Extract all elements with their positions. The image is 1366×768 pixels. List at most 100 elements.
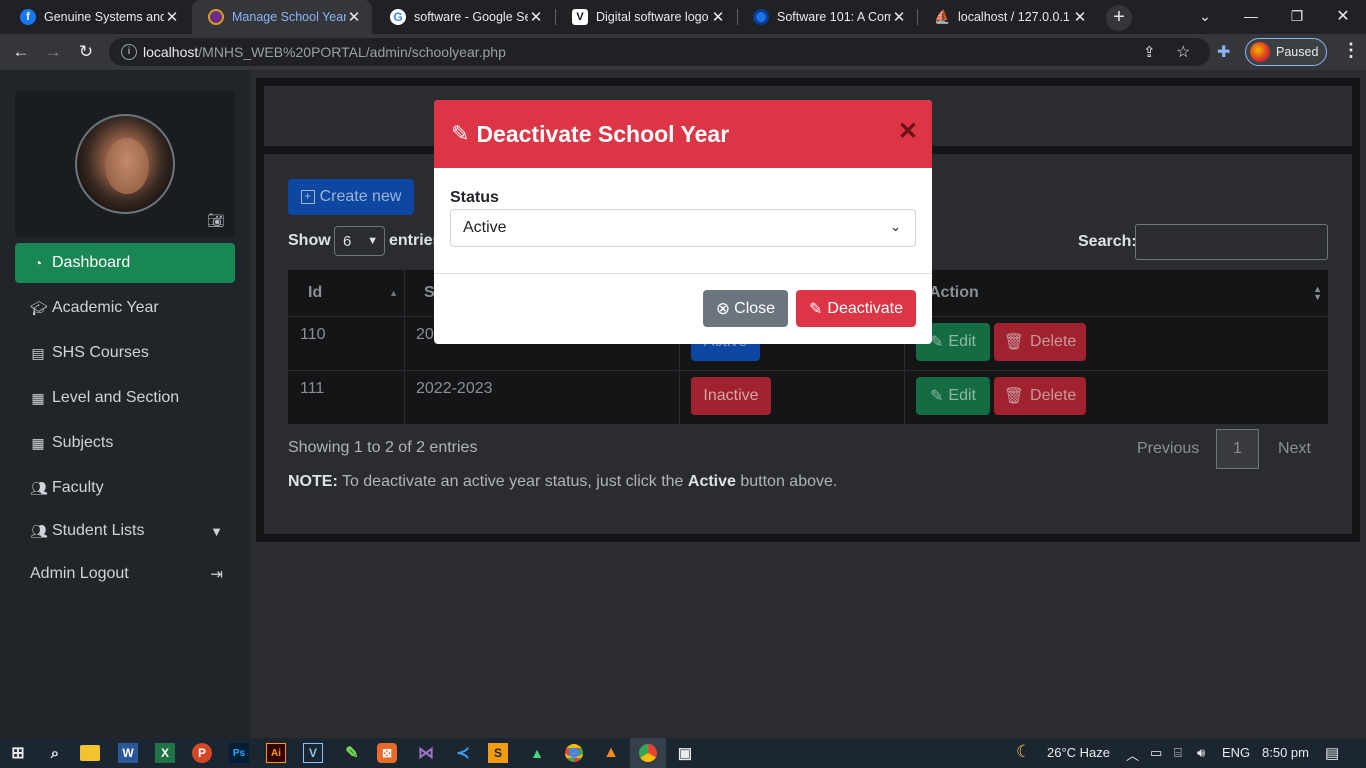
edit-icon: ✎ [809, 300, 823, 318]
sidebar-item-student-lists[interactable]: 👥︎ Student Lists ▼ [15, 511, 235, 551]
photos-icon[interactable]: ▣ [673, 741, 697, 765]
layers-icon: ▦ [31, 434, 45, 451]
tab-title: Genuine Systems and [44, 10, 164, 24]
extensions-icon[interactable]: ✚ [1217, 42, 1230, 62]
tray-chevron-up-icon[interactable]: ︿ [1126, 745, 1139, 764]
sidebar-item-shs-courses[interactable]: ▤ SHS Courses [15, 333, 235, 373]
forward-icon[interactable]: → [41, 40, 65, 64]
note-text: NOTE: To deactivate an active year statu… [288, 473, 837, 491]
phpmyadmin-icon: ⛵ [934, 9, 951, 24]
close-tab-icon[interactable]: ✕ [164, 8, 180, 26]
minimize-icon[interactable]: — [1228, 0, 1274, 32]
profile-button[interactable]: Paused [1245, 38, 1327, 66]
address-bar[interactable]: i localhost/MNHS_WEB%20PORTAL/admin/scho… [109, 38, 1210, 66]
close-window-icon[interactable]: ✕ [1320, 0, 1366, 32]
windows-start-icon[interactable]: ⊞ [6, 741, 30, 765]
vector-app-icon[interactable]: V [303, 743, 323, 763]
sidebar-item-subjects[interactable]: ▦ Subjects [15, 423, 235, 463]
chrome-icon[interactable] [562, 741, 586, 765]
note-body: To deactivate an active year status, jus… [337, 473, 688, 490]
clock[interactable]: 8:50 pm [1262, 745, 1309, 760]
entries-per-page-value: 6 [343, 232, 352, 250]
tab-search-icon[interactable]: ⌄ [1182, 0, 1228, 32]
visual-studio-icon[interactable]: ⋈ [414, 741, 438, 765]
network-icon[interactable]: ⌸ [1174, 745, 1182, 761]
url-path: /MNHS_WEB%20PORTAL/admin/schoolyear.php [198, 44, 506, 60]
status-select-value: Active [463, 219, 507, 236]
restore-icon[interactable]: ❐ [1274, 0, 1320, 32]
delete-button[interactable]: 🗑︎ Delete [994, 323, 1086, 361]
tab-manage-school-year[interactable]: Manage School Year | ✕ [192, 0, 372, 34]
status-inactive-button[interactable]: Inactive [691, 377, 771, 415]
pagination-previous[interactable]: Previous [1137, 440, 1199, 458]
photoshop-icon[interactable]: Ps [229, 743, 249, 763]
sublime-icon[interactable]: S [488, 743, 508, 763]
deactivate-modal: ✎ Deactivate School Year ✕ Status Active… [434, 100, 932, 344]
column-header-id[interactable]: Id ▲ [288, 270, 404, 316]
close-button[interactable]: ⊗ Close [703, 290, 788, 327]
sidebar-item-faculty[interactable]: 👥︎ Faculty [15, 468, 235, 508]
site-info-icon[interactable]: i [121, 44, 137, 60]
sidebar-item-admin-logout[interactable]: Admin Logout ⇥ [15, 554, 235, 594]
file-explorer-icon[interactable] [80, 745, 100, 761]
sidebar-item-academic-year[interactable]: 🎓︎ Academic Year [15, 288, 235, 328]
edit-icon: ✎ [930, 334, 944, 351]
powerpoint-icon[interactable]: P [192, 743, 212, 763]
tab-facebook[interactable]: f Genuine Systems and ✕ [4, 0, 190, 34]
create-new-button[interactable]: + Create new [288, 179, 414, 215]
sidebar-item-level-and-section[interactable]: ▦ Level and Section [15, 378, 235, 418]
close-tab-icon[interactable]: ✕ [528, 8, 544, 26]
vscode-icon[interactable]: ≺ [451, 741, 475, 765]
illustrator-icon[interactable]: Ai [266, 743, 286, 763]
close-tab-icon[interactable]: ✕ [1072, 8, 1088, 26]
sidebar-item-dashboard[interactable]: ◔ Dashboard [15, 243, 235, 283]
pagination-next[interactable]: Next [1278, 440, 1311, 458]
menu-kebab-icon[interactable]: ⋮ [1342, 40, 1360, 61]
modal-close-icon[interactable]: ✕ [898, 120, 918, 144]
tab-phpmyadmin[interactable]: ⛵ localhost / 127.0.0.1 / ✕ [918, 0, 1098, 34]
sidebar-item-label: Faculty [52, 479, 104, 496]
notifications-icon[interactable]: ▤ [1325, 744, 1339, 762]
camera-icon[interactable]: 📷︎ [207, 212, 225, 229]
tab-google-search[interactable]: G software - Google Sea ✕ [374, 0, 554, 34]
battery-icon[interactable]: ▭ [1150, 745, 1162, 761]
word-icon[interactable]: W [118, 743, 138, 763]
tab-software-101[interactable]: Software 101: A Comp ✕ [737, 0, 917, 34]
column-header-action[interactable]: Action ▲ ▼ [905, 270, 1328, 316]
pagination-page-1[interactable]: 1 [1216, 429, 1259, 469]
search-icon[interactable]: ⌕ [43, 741, 67, 765]
reload-icon[interactable]: ↻ [74, 40, 98, 64]
tab-digital-software-logo[interactable]: V Digital software logo | ✕ [556, 0, 736, 34]
delete-label: Delete [1030, 387, 1077, 404]
language-indicator[interactable]: ENG [1222, 745, 1250, 760]
new-tab-button[interactable]: + [1106, 5, 1132, 31]
column-header-label: Action [929, 284, 979, 301]
excel-icon[interactable]: X [155, 743, 175, 763]
deactivate-button[interactable]: ✎ Deactivate [796, 290, 916, 327]
volume-icon[interactable]: 🔊︎ [1197, 745, 1205, 761]
share-icon[interactable]: ⇪ [1143, 43, 1156, 61]
pencil-app-icon[interactable]: ✎ [340, 741, 364, 765]
vlc-icon[interactable]: ▲ [599, 741, 623, 765]
close-tab-icon[interactable]: ✕ [891, 8, 907, 26]
entries-per-page-select[interactable]: 6 ▼ [334, 226, 385, 256]
weather-moon-icon: ☾ [1016, 742, 1032, 761]
delete-button[interactable]: 🗑︎ Delete [994, 377, 1086, 415]
avatar [75, 114, 175, 214]
close-tab-icon[interactable]: ✕ [710, 8, 726, 26]
note-bold: Active [687, 473, 736, 490]
bookmark-star-icon[interactable]: ☆ [1176, 42, 1190, 62]
tab-title: Manage School Year | [232, 10, 346, 24]
chrome-icon[interactable] [636, 741, 660, 765]
weather-text[interactable]: 26°C Haze [1047, 745, 1110, 760]
back-icon[interactable]: ← [9, 40, 33, 64]
close-tab-icon[interactable]: ✕ [346, 8, 362, 26]
status-select[interactable]: Active ⌄ [450, 209, 916, 247]
show-label: Show [288, 232, 331, 249]
edit-button[interactable]: ✎ Edit [916, 377, 990, 415]
android-studio-icon[interactable]: ▲ [525, 741, 549, 765]
sidebar-item-label: Subjects [52, 434, 114, 451]
search-input[interactable] [1135, 224, 1328, 260]
xampp-icon[interactable]: ⊠ [377, 743, 397, 763]
edit-icon: ✎ [930, 388, 944, 405]
